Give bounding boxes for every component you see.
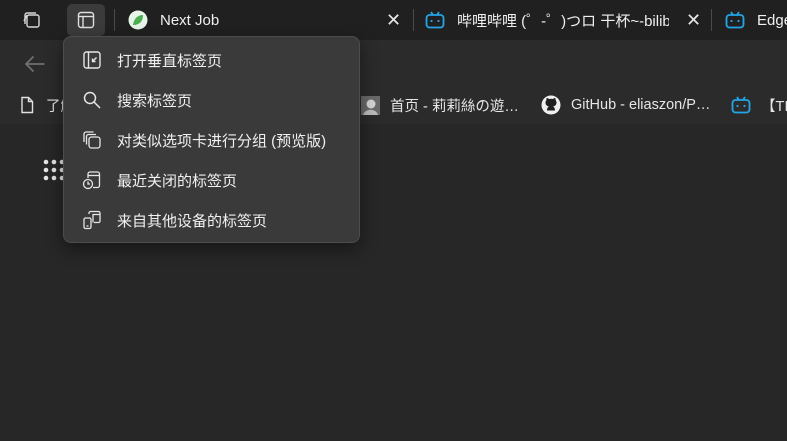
bookmark-item[interactable]: GitHub - eliaszon/P… bbox=[541, 86, 719, 124]
back-button[interactable] bbox=[22, 51, 48, 82]
tab-separator bbox=[413, 9, 414, 31]
recently-closed-icon bbox=[81, 169, 103, 191]
workspaces-icon bbox=[23, 12, 40, 28]
bilibili-icon bbox=[731, 96, 751, 114]
green-circle-icon bbox=[128, 10, 148, 30]
tab-separator bbox=[711, 9, 712, 31]
bookmark-label: 首页 - 莉莉絲の遊… bbox=[390, 98, 519, 115]
tab-edge[interactable]: Edge bbox=[725, 0, 787, 40]
menu-item-search-tabs[interactable]: 搜索标签页 bbox=[64, 80, 359, 120]
group-tabs-icon bbox=[81, 129, 103, 151]
menu-item-label: 打开垂直标签页 bbox=[117, 52, 223, 70]
back-arrow-icon bbox=[25, 56, 45, 72]
bookmark-label: 了解 bbox=[46, 98, 63, 115]
bookmark-item[interactable]: 了解 bbox=[18, 86, 63, 124]
bilibili-icon bbox=[425, 11, 445, 29]
vertical-tabs-icon bbox=[81, 49, 103, 71]
search-icon bbox=[81, 89, 103, 111]
github-icon bbox=[541, 95, 561, 115]
bookmark-item[interactable]: 首页 - 莉莉絲の遊… bbox=[361, 86, 529, 124]
menu-item-recently-closed[interactable]: 最近关闭的标签页 bbox=[64, 160, 359, 200]
menu-item-label: 对类似选项卡进行分组 (预览版) bbox=[117, 132, 327, 150]
bilibili-icon bbox=[725, 11, 745, 29]
tab-separator bbox=[114, 9, 115, 31]
menu-item-group-tabs[interactable]: 对类似选项卡进行分组 (预览版) bbox=[64, 120, 359, 160]
tab-next-job[interactable]: Next Job ✕ bbox=[128, 0, 408, 40]
tab-actions-icon bbox=[77, 11, 95, 29]
tab-title: 哔哩哔哩 (゜-゜)つロ 干杯~-bilibili bbox=[457, 12, 669, 30]
tab-title: Edge bbox=[757, 11, 787, 29]
tab-title: Next Job bbox=[160, 11, 220, 29]
close-tab-icon[interactable]: ✕ bbox=[686, 10, 701, 31]
bookmark-item[interactable]: 【TI bbox=[731, 86, 787, 124]
tab-strip: Next Job ✕ 哔哩哔哩 (゜-゜)つロ 干杯~-bilibili ✕ E… bbox=[0, 0, 787, 40]
menu-item-label: 来自其他设备的标签页 bbox=[117, 212, 268, 230]
tab-actions-menu-button[interactable] bbox=[67, 4, 105, 36]
bookmark-label: 【TI bbox=[761, 98, 787, 115]
menu-item-vertical-tabs[interactable]: 打开垂直标签页 bbox=[64, 40, 359, 80]
close-tab-icon[interactable]: ✕ bbox=[386, 10, 401, 31]
menu-item-other-devices[interactable]: 来自其他设备的标签页 bbox=[64, 200, 359, 240]
menu-item-label: 搜索标签页 bbox=[117, 92, 193, 110]
bookmark-label: GitHub - eliaszon/P… bbox=[571, 97, 711, 113]
avatar-icon bbox=[361, 95, 380, 115]
workspaces-button[interactable] bbox=[15, 5, 49, 35]
tab-actions-menu: 打开垂直标签页 搜索标签页 对类似选项卡进行分组 (预览版) 最近关闭的标签页 … bbox=[63, 36, 360, 243]
menu-item-label: 最近关闭的标签页 bbox=[117, 172, 238, 190]
other-devices-icon bbox=[81, 209, 103, 231]
page-icon bbox=[21, 96, 34, 114]
tab-bilibili[interactable]: 哔哩哔哩 (゜-゜)つロ 干杯~-bilibili ✕ bbox=[425, 0, 705, 40]
